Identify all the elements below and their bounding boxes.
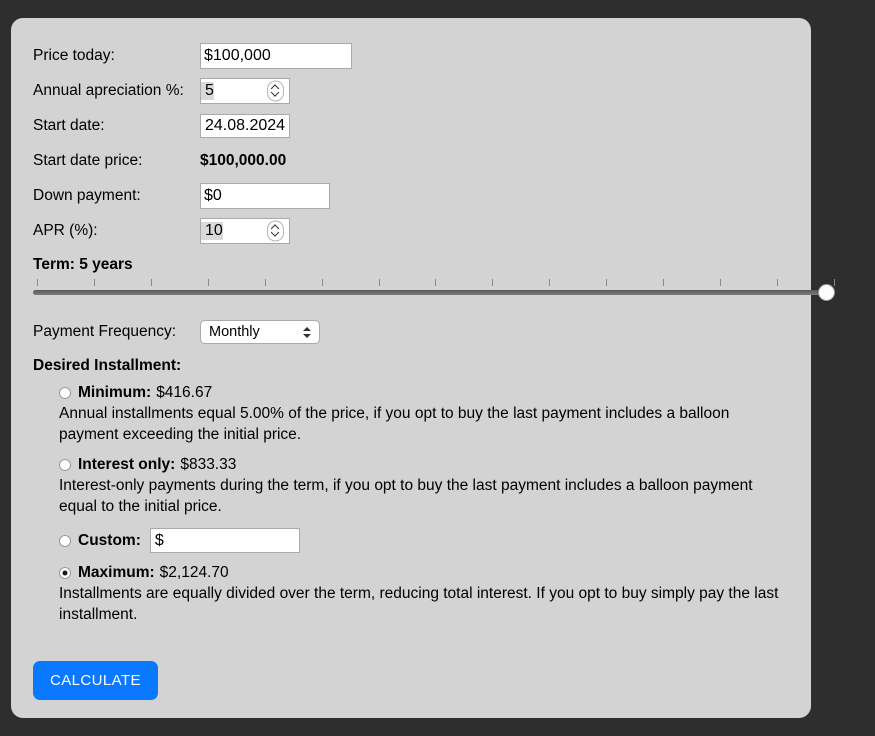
option-interest-only-description: Interest-only payments during the term, … xyxy=(59,477,753,515)
stepper-arrows[interactable] xyxy=(267,220,284,241)
calculate-button[interactable]: CALCULATE xyxy=(33,660,158,700)
option-maximum-description: Installments are equally divided over th… xyxy=(59,585,779,624)
option-custom-header[interactable]: Custom: xyxy=(59,528,789,554)
term-label: Term: 5 years xyxy=(33,256,133,273)
apr-value: 10 xyxy=(201,221,223,240)
row-annual-appreciation: Annual apreciation %: 5 xyxy=(33,73,789,108)
radio-maximum[interactable] xyxy=(59,567,71,580)
option-minimum-description: Annual installments equal 5.00% of the p… xyxy=(59,405,730,443)
down-payment-input[interactable] xyxy=(200,182,330,209)
label-annual-appreciation: Annual apreciation %: xyxy=(33,81,184,99)
custom-amount-input[interactable] xyxy=(149,528,300,554)
row-start-date-price: Start date price: $100,000.00 xyxy=(33,143,789,178)
calculator-panel: Price today: Annual apreciation %: 5 Sta… xyxy=(11,18,835,718)
installment-options: Minimum: $416.67 Annual installments equ… xyxy=(33,384,789,626)
option-interest-only-label: Interest only: xyxy=(78,456,176,474)
apr-stepper[interactable]: 10 xyxy=(200,217,290,244)
annual-appreciation-value: 5 xyxy=(201,81,214,100)
slider-ticks xyxy=(37,279,835,286)
label-payment-frequency: Payment Frequency: xyxy=(33,323,177,341)
slider-thumb[interactable] xyxy=(818,284,835,301)
slider-track[interactable] xyxy=(33,290,835,295)
row-payment-frequency: Payment Frequency: Monthly xyxy=(33,315,789,349)
label-price-today: Price today: xyxy=(33,46,115,64)
label-start-date: Start date: xyxy=(33,116,105,134)
label-start-date-price: Start date price: xyxy=(33,151,143,169)
annual-appreciation-stepper[interactable]: 5 xyxy=(200,77,290,104)
option-minimum-header[interactable]: Minimum: $416.67 xyxy=(59,384,789,402)
option-interest-only-header[interactable]: Interest only: $833.33 xyxy=(59,456,789,474)
option-minimum-label: Minimum: xyxy=(78,384,152,401)
option-maximum-header[interactable]: Maximum: $2,124.70 xyxy=(59,564,789,582)
payment-frequency-select[interactable]: Monthly xyxy=(200,320,320,344)
option-maximum: Maximum: $2,124.70 Installments are equa… xyxy=(59,564,789,625)
payment-frequency-value: Monthly xyxy=(209,324,260,340)
label-apr: APR (%): xyxy=(33,221,98,239)
option-custom-label: Custom: xyxy=(78,531,141,549)
row-price-today: Price today: xyxy=(33,38,789,73)
chevron-down-icon[interactable] xyxy=(272,92,279,96)
row-down-payment: Down payment: xyxy=(33,178,789,213)
radio-minimum[interactable] xyxy=(59,387,71,399)
label-down-payment: Down payment: xyxy=(33,186,141,204)
price-today-input[interactable] xyxy=(200,42,352,69)
radio-interest-only[interactable] xyxy=(59,459,71,472)
option-maximum-label: Maximum: xyxy=(78,564,155,582)
option-interest-only-amount: $833.33 xyxy=(180,456,237,474)
chevron-updown-icon xyxy=(303,325,311,339)
row-apr: APR (%): 10 xyxy=(33,213,789,248)
start-date-price-value: $100,000.00 xyxy=(200,151,287,169)
start-date-value: 24.08.2024 xyxy=(205,116,286,134)
option-minimum-amount: $416.67 xyxy=(156,384,213,401)
desired-installment-title: Desired Installment: xyxy=(33,357,182,374)
option-interest-only: Interest only: $833.33 Interest-only pay… xyxy=(59,456,789,517)
option-custom: Custom: xyxy=(59,528,789,554)
row-start-date: Start date: 24.08.2024 xyxy=(33,108,789,143)
option-minimum: Minimum: $416.67 Annual installments equ… xyxy=(59,384,789,445)
chevron-down-icon[interactable] xyxy=(272,232,279,236)
stepper-arrows[interactable] xyxy=(267,80,284,101)
term-slider[interactable] xyxy=(33,279,839,305)
radio-custom[interactable] xyxy=(59,534,71,547)
option-maximum-amount: $2,124.70 xyxy=(159,564,229,582)
start-date-input[interactable]: 24.08.2024 xyxy=(200,113,291,138)
